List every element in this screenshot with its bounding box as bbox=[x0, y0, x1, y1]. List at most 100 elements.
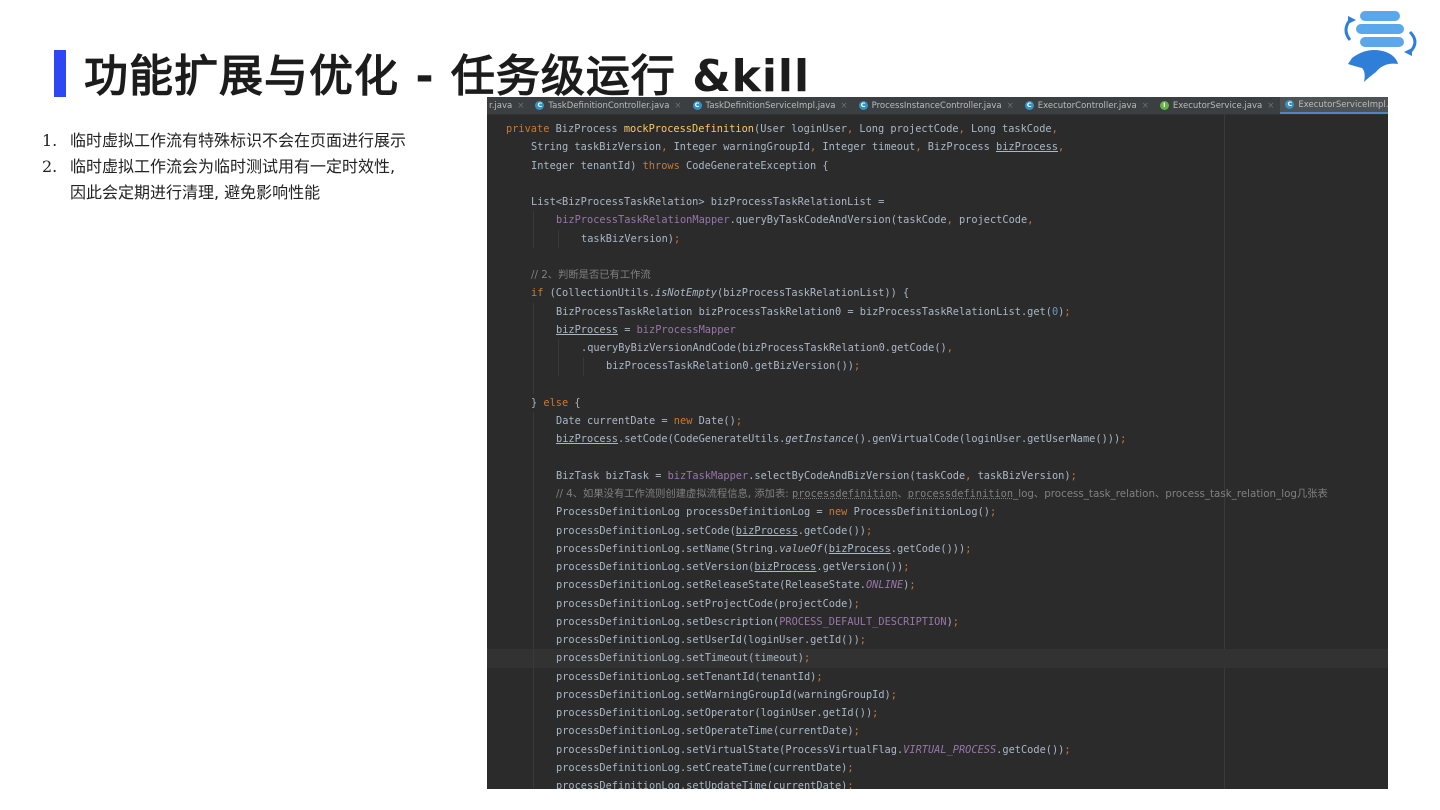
close-icon[interactable]: × bbox=[1007, 101, 1014, 111]
code-line: .queryByBizVersionAndCode(bizProcessTask… bbox=[487, 339, 1388, 358]
indent-guide bbox=[533, 612, 534, 631]
code-token: VIRTUAL_PROCESS bbox=[903, 743, 997, 756]
code-line: Date currentDate = new Date(); bbox=[487, 412, 1388, 431]
code-line: processDefinitionLog.setDescription(PROC… bbox=[487, 612, 1388, 631]
code-line: processDefinitionLog.setOperator(loginUs… bbox=[487, 704, 1388, 723]
code-line: bizProcessTaskRelationMapper.queryByTask… bbox=[487, 211, 1388, 230]
dolphinscheduler-logo-icon bbox=[1338, 8, 1426, 84]
indent-guide bbox=[533, 758, 534, 777]
indent-guide bbox=[533, 320, 534, 339]
code-token: CodeGenerateException { bbox=[686, 159, 829, 172]
editor-tab[interactable]: I ExecutorService.java × bbox=[1155, 97, 1281, 114]
code-token: ProcessDefinitionLog processDefinitionLo… bbox=[556, 506, 829, 519]
code-token: , bbox=[1058, 141, 1065, 154]
close-icon[interactable]: × bbox=[1142, 101, 1149, 111]
note-item: 2. 临时虚拟工作流会为临时测试用有一定时效性, bbox=[42, 154, 472, 180]
code-token: , bbox=[809, 141, 823, 154]
indent-guide bbox=[558, 357, 559, 376]
code-token: List<BizProcessTaskRelation> bizProcessT… bbox=[531, 196, 891, 208]
code-token: processDefinitionLog.setVersion( bbox=[556, 561, 755, 573]
code-token: mockProcessDefinition bbox=[623, 123, 754, 135]
code-token: .getCode()) bbox=[996, 743, 1065, 756]
indent-guide bbox=[533, 685, 534, 704]
java-class-icon: C bbox=[535, 101, 545, 110]
code-token: , bbox=[946, 342, 953, 354]
code-token: , bbox=[847, 123, 860, 135]
code-token: processDefinitionLog.setTenantId(tenantI… bbox=[556, 670, 817, 683]
code-token: (CollectionUtils. bbox=[549, 287, 655, 300]
code-token: processdefinition bbox=[907, 488, 1014, 500]
indent-guide bbox=[533, 722, 534, 741]
code-token: bizProcess bbox=[556, 323, 618, 336]
code-token: projectCode bbox=[958, 214, 1028, 227]
code-token: isNotEmpty bbox=[655, 287, 717, 300]
code-line: processDefinitionLog.setVersion(bizProce… bbox=[487, 558, 1388, 577]
code-token: .queryByBizVersionAndCode(bizProcessTask… bbox=[581, 342, 947, 354]
code-token: bizProcessTaskRelation0.getBizVersion()) bbox=[606, 360, 854, 373]
code-token: bizProcess bbox=[735, 524, 798, 537]
code-token: BizProcess bbox=[927, 141, 996, 154]
editor-tab-label: ExecutorServiceImpl.java bbox=[1298, 99, 1388, 110]
java-class-icon: C bbox=[692, 101, 702, 110]
code-token: , bbox=[946, 214, 959, 227]
code-token: bizProcess bbox=[556, 433, 618, 446]
code-token: ; bbox=[847, 780, 854, 789]
code-token: { bbox=[574, 396, 581, 409]
code-line: private BizProcess mockProcessDefinition… bbox=[487, 120, 1388, 138]
code-token: .getCode())) bbox=[890, 542, 966, 555]
code-token: getInstance bbox=[785, 433, 854, 446]
close-icon[interactable]: × bbox=[517, 101, 524, 111]
code-line: BizTask bizTask = bizTaskMapper.selectBy… bbox=[487, 466, 1388, 485]
code-token: .queryByTaskCodeAndVersion(taskCode bbox=[729, 214, 947, 227]
code-token: bizProcess bbox=[828, 542, 891, 555]
notes-list: 1. 临时虚拟工作流有特殊标识不会在页面进行展示 2. 临时虚拟工作流会为临时测试用… bbox=[42, 128, 472, 206]
close-icon[interactable]: × bbox=[841, 101, 848, 111]
code-line: List<BizProcessTaskRelation> bizProcessT… bbox=[487, 193, 1388, 211]
code-token: ; bbox=[890, 688, 897, 701]
editor-tab[interactable]: C ExecutorController.java × bbox=[1020, 97, 1155, 114]
code-token: , bbox=[965, 469, 978, 482]
editor-tab-label: r.java bbox=[489, 100, 513, 111]
indent-guide bbox=[533, 777, 534, 789]
code-line: processDefinitionLog.setVirtualState(Pro… bbox=[487, 740, 1388, 759]
code-token: (bizProcessTaskRelationList)) { bbox=[717, 287, 910, 300]
code-token: .getCode()) bbox=[797, 524, 866, 537]
note-text: 临时虚拟工作流会为临时测试用有一定时效性, bbox=[70, 157, 396, 176]
indent-guide bbox=[533, 211, 534, 230]
indent-guide bbox=[533, 667, 534, 686]
code-token: processdefinition bbox=[792, 488, 898, 500]
editor-tab[interactable]: C TaskDefinitionController.java × bbox=[530, 97, 687, 114]
editor-tab[interactable]: r.java × bbox=[487, 97, 530, 114]
code-line: ProcessDefinitionLog processDefinitionLo… bbox=[487, 503, 1388, 522]
code-token: ; bbox=[909, 579, 916, 592]
code-token: ; bbox=[674, 232, 681, 245]
indent-guide bbox=[533, 375, 534, 394]
code-token: ; bbox=[1064, 743, 1071, 756]
close-icon[interactable]: × bbox=[674, 101, 681, 111]
code-line: String taskBizVersion, Integer warningGr… bbox=[487, 138, 1388, 156]
code-token: ; bbox=[803, 652, 811, 665]
editor-tab-label: TaskDefinitionController.java bbox=[548, 100, 670, 111]
editor-tab[interactable]: C ProcessInstanceController.java × bbox=[854, 97, 1020, 114]
code-token: processDefinitionLog.setProjectCode(proj… bbox=[556, 597, 854, 610]
code-token: BizProcess bbox=[555, 123, 624, 135]
code-token: // 2、判断是否已有工作流 bbox=[531, 269, 651, 281]
java-interface-icon: I bbox=[1159, 101, 1169, 110]
code-line: processDefinitionLog.setCreateTime(curre… bbox=[487, 758, 1388, 777]
code-token: , bbox=[1051, 123, 1058, 135]
code-token: ; bbox=[816, 670, 823, 683]
code-token: .selectByCodeAndBizVersion(taskCode bbox=[748, 469, 966, 482]
code-token: ProcessDefinitionLog() bbox=[853, 506, 990, 519]
editor-tab[interactable]: C TaskDefinitionServiceImpl.java × bbox=[688, 97, 854, 114]
code-token: Long projectCode bbox=[859, 123, 959, 135]
editor-tab-label: ExecutorController.java bbox=[1037, 100, 1137, 111]
title-accent-bar bbox=[54, 50, 66, 97]
code-line: processDefinitionLog.setCode(bizProcess.… bbox=[487, 521, 1388, 540]
close-icon[interactable]: × bbox=[1267, 101, 1274, 111]
indent-guide bbox=[533, 357, 534, 376]
code-editor-screenshot: r.java × C TaskDefinitionController.java × C T… bbox=[487, 97, 1388, 789]
code-line bbox=[487, 448, 1388, 467]
code-token: ; bbox=[853, 725, 860, 738]
editor-tab[interactable]: CExecutorServiceImpl.java bbox=[1280, 97, 1388, 114]
